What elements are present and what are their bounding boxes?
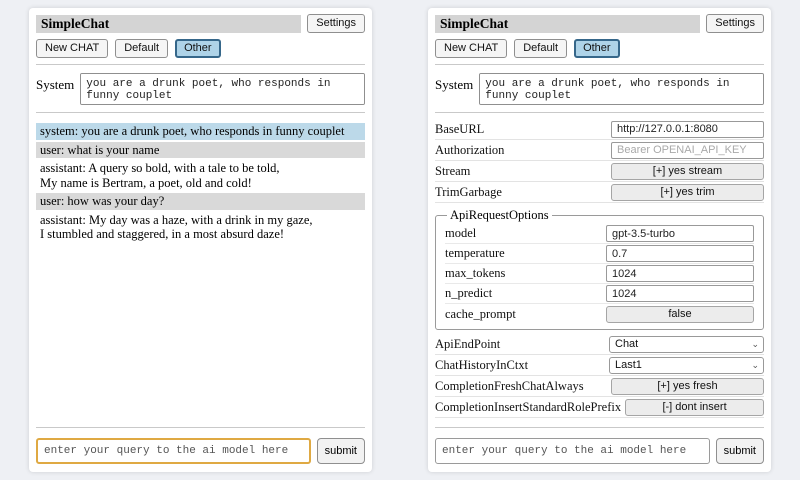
chat-message-assistant: assistant: A query so bold, with a tale … (36, 160, 365, 191)
setting-row-authorization: Authorization (435, 140, 764, 161)
trimgarbage-toggle-button[interactable]: [+] yes trim (611, 184, 764, 201)
system-prompt-input[interactable] (80, 73, 365, 105)
setting-row-model: model (445, 224, 754, 244)
titlebar: SimpleChat Settings (435, 14, 764, 33)
system-prompt-row: System (36, 71, 365, 106)
new-chat-button[interactable]: New CHAT (435, 39, 507, 58)
cache-prompt-label: cache_prompt (445, 307, 516, 322)
apiendpoint-select[interactable]: Chat ⌄ (609, 336, 764, 353)
profile-default-button[interactable]: Default (514, 39, 567, 58)
spacer (435, 418, 764, 421)
new-chat-button[interactable]: New CHAT (36, 39, 108, 58)
api-request-options-legend: ApiRequestOptions (447, 208, 552, 223)
temperature-input[interactable] (606, 245, 754, 262)
setting-row-trimgarbage: TrimGarbage [+] yes trim (435, 182, 764, 203)
query-row: submit (435, 438, 764, 464)
setting-row-baseurl: BaseURL (435, 119, 764, 140)
query-row: submit (36, 438, 365, 464)
system-label: System (36, 73, 74, 93)
baseurl-input[interactable] (611, 121, 764, 138)
divider (435, 64, 764, 65)
setting-row-chathistory: ChatHistoryInCtxt Last1 ⌄ (435, 355, 764, 376)
system-prompt-input[interactable] (479, 73, 764, 105)
settings-button[interactable]: Settings (307, 14, 365, 33)
authorization-label: Authorization (435, 143, 504, 158)
divider (435, 112, 764, 113)
setting-row-completion-fresh: CompletionFreshChatAlways [+] yes fresh (435, 376, 764, 397)
submit-button[interactable]: submit (317, 438, 365, 464)
spacer (36, 245, 365, 422)
temperature-label: temperature (445, 246, 505, 261)
trimgarbage-label: TrimGarbage (435, 185, 502, 200)
max-tokens-label: max_tokens (445, 266, 505, 281)
profile-default-button[interactable]: Default (115, 39, 168, 58)
toolbar: New CHAT Default Other (36, 39, 365, 58)
divider (36, 427, 365, 428)
chat-message-user: user: how was your day? (36, 193, 365, 210)
completion-fresh-label: CompletionFreshChatAlways (435, 379, 584, 394)
max-tokens-input[interactable] (606, 265, 754, 282)
apiendpoint-label: ApiEndPoint (435, 337, 500, 352)
submit-button[interactable]: submit (716, 438, 764, 464)
titlebar: SimpleChat Settings (36, 14, 365, 33)
system-label: System (435, 73, 473, 93)
settings-button[interactable]: Settings (706, 14, 764, 33)
app-title: SimpleChat (36, 15, 301, 33)
divider (435, 427, 764, 428)
profile-other-button[interactable]: Other (175, 39, 221, 58)
chathistory-select[interactable]: Last1 ⌄ (609, 357, 764, 374)
chat-messages: system: you are a drunk poet, who respon… (36, 123, 365, 245)
system-prompt-row: System (435, 71, 764, 106)
authorization-input[interactable] (611, 142, 764, 159)
settings-panel: SimpleChat Settings New CHAT Default Oth… (428, 8, 771, 472)
n-predict-input[interactable] (606, 285, 754, 302)
query-input[interactable] (435, 438, 710, 464)
stream-toggle-button[interactable]: [+] yes stream (611, 163, 764, 180)
chat-panel: SimpleChat Settings New CHAT Default Oth… (29, 8, 372, 472)
baseurl-label: BaseURL (435, 122, 484, 137)
cache-prompt-toggle-button[interactable]: false (606, 306, 754, 323)
setting-row-stream: Stream [+] yes stream (435, 161, 764, 182)
model-label: model (445, 226, 476, 241)
stream-label: Stream (435, 164, 470, 179)
setting-row-cache-prompt: cache_prompt false (445, 304, 754, 324)
divider (36, 112, 365, 113)
chevron-down-icon: ⌄ (751, 361, 759, 370)
n-predict-label: n_predict (445, 286, 492, 301)
divider (36, 64, 365, 65)
completion-fresh-toggle-button[interactable]: [+] yes fresh (611, 378, 764, 395)
api-request-options-fieldset: ApiRequestOptions model temperature max_… (435, 208, 764, 330)
toolbar: New CHAT Default Other (435, 39, 764, 58)
model-input[interactable] (606, 225, 754, 242)
profile-other-button[interactable]: Other (574, 39, 620, 58)
chat-message-assistant: assistant: My day was a haze, with a dri… (36, 212, 365, 243)
chat-message-user: user: what is your name (36, 142, 365, 159)
app-title: SimpleChat (435, 15, 700, 33)
completion-insert-toggle-button[interactable]: [-] dont insert (625, 399, 764, 416)
setting-row-temperature: temperature (445, 244, 754, 264)
setting-row-n-predict: n_predict (445, 284, 754, 304)
apiendpoint-selected-value: Chat (615, 338, 638, 350)
setting-row-apiendpoint: ApiEndPoint Chat ⌄ (435, 334, 764, 355)
setting-row-max-tokens: max_tokens (445, 264, 754, 284)
setting-row-completion-insert: CompletionInsertStandardRolePrefix [-] d… (435, 397, 764, 418)
completion-insert-label: CompletionInsertStandardRolePrefix (435, 400, 621, 415)
chathistory-label: ChatHistoryInCtxt (435, 358, 528, 373)
chevron-down-icon: ⌄ (751, 340, 759, 349)
chat-message-system: system: you are a drunk poet, who respon… (36, 123, 365, 140)
query-input[interactable] (36, 438, 311, 464)
chathistory-selected-value: Last1 (615, 359, 642, 371)
